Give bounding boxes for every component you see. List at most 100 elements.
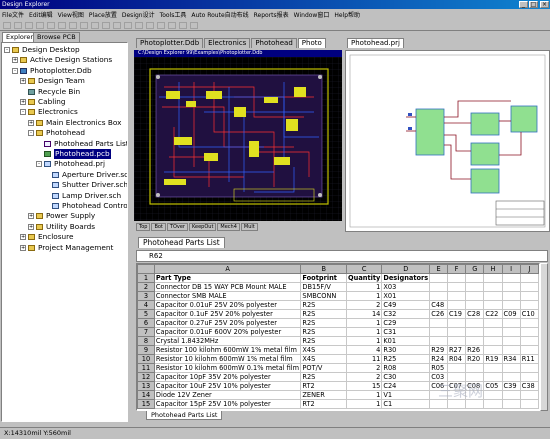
toolbar-button[interactable] [113, 21, 121, 29]
table-cell[interactable] [446, 363, 467, 373]
table-cell[interactable]: C24 [381, 381, 431, 391]
table-cell[interactable] [429, 327, 448, 337]
table-cell[interactable] [519, 273, 539, 283]
table-cell[interactable]: ZENER [300, 390, 348, 400]
row-header[interactable]: 6 [137, 318, 155, 328]
row-header[interactable]: 13 [137, 381, 155, 391]
layer-tab-bottom[interactable]: Bot [151, 223, 166, 231]
layer-tab-mech4[interactable]: Mech4 [217, 223, 240, 231]
table-cell[interactable]: 11 [346, 354, 383, 364]
toolbar-button[interactable] [91, 21, 99, 29]
menu-tools[interactable]: Tools工具 [160, 10, 187, 19]
table-cell[interactable] [465, 300, 485, 310]
minimize-button[interactable]: _ [519, 1, 528, 8]
column-header[interactable]: F [446, 264, 467, 274]
table-cell[interactable] [429, 336, 448, 346]
table-cell[interactable] [519, 282, 539, 292]
layer-tab-keepout[interactable]: KeepOut [188, 223, 217, 231]
table-cell[interactable] [446, 273, 467, 283]
table-cell[interactable]: R20 [465, 354, 485, 364]
table-cell[interactable] [483, 372, 503, 382]
table-cell[interactable]: Connector DB 15 WAY PCB Mount MALE [153, 282, 302, 292]
table-cell[interactable]: C10 [519, 309, 539, 319]
toolbar-button[interactable] [3, 21, 11, 29]
table-cell[interactable]: 4 [346, 345, 383, 355]
table-cell[interactable]: R29 [429, 345, 448, 355]
table-cell[interactable] [465, 336, 485, 346]
table-cell[interactable] [446, 291, 467, 301]
row-header[interactable]: 10 [137, 354, 155, 364]
table-cell[interactable] [501, 345, 521, 355]
column-header[interactable]: A [153, 264, 302, 274]
menu-reports[interactable]: Reports报表 [254, 10, 289, 19]
table-cell[interactable]: R30 [381, 345, 431, 355]
table-cell[interactable] [483, 345, 503, 355]
tree-node[interactable]: + Project Management [20, 243, 113, 253]
table-cell[interactable]: RT2 [300, 399, 348, 409]
table-cell[interactable] [465, 363, 485, 373]
table-cell[interactable]: 2 [346, 372, 383, 382]
table-cell[interactable]: Diode 12V Zener [153, 390, 302, 400]
table-cell[interactable]: R04 [446, 354, 467, 364]
tree-node[interactable]: + Design Team [20, 76, 85, 86]
table-cell[interactable]: R2S [300, 318, 348, 328]
column-header[interactable]: G [465, 264, 485, 274]
table-cell[interactable]: DB15F/V [300, 282, 348, 292]
column-header[interactable]: C [346, 264, 383, 274]
table-cell[interactable] [483, 300, 503, 310]
maximize-button[interactable]: □ [529, 1, 538, 8]
toolbar-button[interactable] [69, 21, 77, 29]
table-cell[interactable] [446, 327, 467, 337]
table-cell[interactable]: X01 [381, 291, 431, 301]
table-cell[interactable]: Capacitor 0.27uF 25V 20% polyester [153, 318, 302, 328]
table-cell[interactable] [519, 300, 539, 310]
tree-node[interactable]: Aperture Driver.sch [44, 170, 127, 180]
tab-explorer[interactable]: Explorer [2, 32, 38, 42]
table-cell[interactable] [465, 282, 485, 292]
table-cell[interactable] [429, 282, 448, 292]
toolbar-button[interactable] [36, 21, 44, 29]
sheet-tab-photohead-parts-list[interactable]: Photohead Parts List [146, 411, 223, 420]
table-cell[interactable]: C31 [381, 327, 431, 337]
tree-node[interactable]: Photohead Parts List [36, 139, 127, 149]
table-cell[interactable] [465, 318, 485, 328]
tree-expander-icon[interactable]: + [28, 223, 34, 230]
table-cell[interactable] [519, 390, 539, 400]
table-cell[interactable] [501, 273, 521, 283]
toolbar-button[interactable] [157, 21, 165, 29]
tab-photoplotter-ddb[interactable]: Photoplotter.Ddb [136, 38, 204, 48]
tab-photohead-pcb[interactable]: Photo [297, 38, 326, 48]
table-cell[interactable]: R19 [483, 354, 503, 364]
table-cell[interactable]: C48 [429, 300, 448, 310]
table-cell[interactable]: 1 [346, 399, 383, 409]
tree-node[interactable]: Lamp Driver.sch [44, 191, 121, 201]
row-header[interactable]: 1 [137, 273, 155, 283]
table-cell[interactable] [483, 318, 503, 328]
table-cell[interactable] [519, 327, 539, 337]
table-cell[interactable] [483, 282, 503, 292]
toolbar-button[interactable] [179, 21, 187, 29]
table-cell[interactable]: Footprint [300, 273, 348, 283]
table-cell[interactable]: C29 [381, 318, 431, 328]
table-cell[interactable]: 1 [346, 282, 383, 292]
row-header[interactable]: 9 [137, 345, 155, 355]
table-cell[interactable]: Connector SMB MALE [153, 291, 302, 301]
toolbar-button[interactable] [135, 21, 143, 29]
close-button[interactable]: × [540, 1, 549, 8]
table-cell[interactable]: 1 [346, 318, 383, 328]
row-header[interactable]: 4 [137, 300, 155, 310]
column-header[interactable]: D [381, 264, 431, 274]
tree-node[interactable]: - Design Desktop [4, 45, 80, 55]
table-cell[interactable] [465, 327, 485, 337]
menu-help[interactable]: Help帮助 [334, 10, 360, 19]
menu-window[interactable]: Window窗口 [294, 10, 330, 19]
tree-node[interactable]: - Photohead.prj [36, 159, 105, 169]
tree-node[interactable]: + Cabling [20, 97, 66, 107]
table-cell[interactable] [483, 390, 503, 400]
table-cell[interactable] [519, 363, 539, 373]
table-cell[interactable]: Resistor 10 kilohm 600mW 1% metal film [153, 354, 302, 364]
table-cell[interactable]: Capacitor 0.01uF 600V 20% polyester [153, 327, 302, 337]
table-cell[interactable] [446, 318, 467, 328]
table-cell[interactable] [519, 291, 539, 301]
table-cell[interactable] [483, 327, 503, 337]
